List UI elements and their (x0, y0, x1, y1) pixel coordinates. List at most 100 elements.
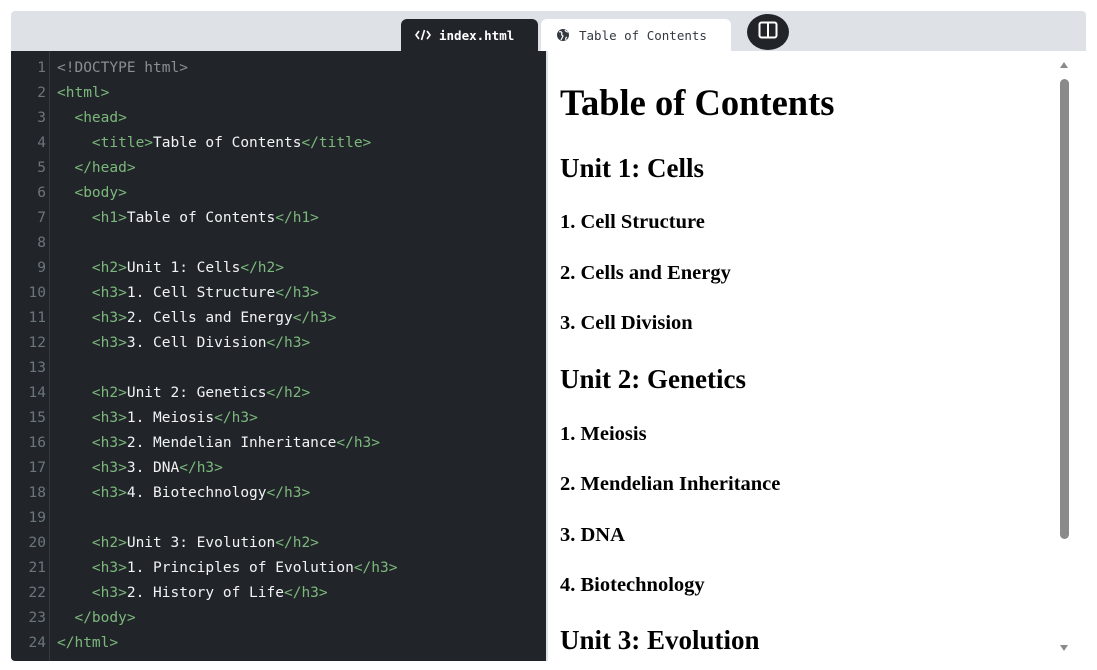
preview-lesson: 4. Biotechnology (560, 574, 705, 596)
line-number: 24 (28, 635, 46, 651)
line-number: 1 (37, 60, 46, 76)
line-number: 2 (37, 85, 46, 101)
code-doctype: <!DOCTYPE html> (57, 60, 188, 76)
code-tag: </h3> (214, 410, 258, 426)
line-number: 6 (37, 185, 46, 201)
code-tag: <h3> (91, 585, 127, 601)
code-tag: <h1> (91, 210, 127, 226)
code-tag: <h3> (91, 285, 127, 301)
code-content: 2. Mendelian Inheritance (126, 435, 337, 451)
scroll-up-arrow-icon[interactable] (1058, 60, 1070, 70)
code-text: <head> (57, 106, 126, 131)
code-line[interactable]: 23 </body> (11, 606, 546, 631)
code-line[interactable]: 7 <h1>Table of Contents</h1> (11, 206, 546, 231)
code-line[interactable]: 16 <h3>2. Mendelian Inheritance</h3> (11, 431, 546, 456)
code-content: Table of Contents (153, 135, 302, 151)
line-number: 10 (28, 285, 46, 301)
line-number: 18 (28, 485, 46, 501)
code-text: <h3>1. Cell Structure</h3> (57, 281, 319, 306)
code-line[interactable]: 22 <h3>2. History of Life</h3> (11, 581, 546, 606)
preview-unit-heading: Unit 3: Evolution (560, 625, 760, 655)
code-tag: </title> (301, 135, 372, 151)
line-number: 12 (28, 335, 46, 351)
code-text: <h3>1. Meiosis</h3> (57, 406, 258, 431)
code-line[interactable]: 20 <h2>Unit 3: Evolution</h2> (11, 531, 546, 556)
code-line[interactable]: 8 (11, 231, 546, 256)
code-line[interactable]: 19 (11, 506, 546, 531)
tab-code-label: index.html (439, 27, 515, 43)
line-number: 20 (28, 535, 46, 551)
code-tag: </h3> (283, 585, 328, 601)
code-tag: <h3> (91, 460, 127, 476)
code-line[interactable]: 5 </head> (11, 156, 546, 181)
preview-title: Table of Contents (560, 82, 835, 123)
code-line[interactable]: 1 <!DOCTYPE html> (11, 56, 546, 81)
code-line[interactable]: 15 <h3>1. Meiosis</h3> (11, 406, 546, 431)
code-line[interactable]: 21 <h3>1. Principles of Evolution</h3> (11, 556, 546, 581)
code-tag: <html> (57, 85, 110, 101)
code-text: <h1>Table of Contents</h1> (57, 206, 319, 231)
code-content (57, 485, 92, 501)
code-text: </head> (57, 156, 135, 181)
line-number: 14 (28, 385, 46, 401)
code-content (57, 335, 92, 351)
line-number: 9 (37, 260, 46, 276)
code-content: 2. History of Life (126, 585, 284, 601)
preview-pane: Table of Contents Unit 1: Cells 1. Cell … (548, 51, 1086, 661)
code-tag: </h3> (292, 310, 337, 326)
line-number: 22 (28, 585, 46, 601)
code-line[interactable]: 4 <title>Table of Contents</title> (11, 131, 546, 156)
tab-code-index[interactable]: index.html (401, 19, 538, 51)
code-editor[interactable]: 1 <!DOCTYPE html> 2 <html> 3 <head> 4 <title>… (11, 51, 546, 661)
code-content (57, 535, 92, 551)
code-icon (415, 27, 431, 43)
preview-lesson: 2. Mendelian Inheritance (560, 473, 781, 495)
code-line[interactable]: 18 <h3>4. Biotechnology</h3> (11, 481, 546, 506)
code-content: Unit 2: Genetics (126, 385, 267, 401)
code-line[interactable]: 17 <h3>3. DNA</h3> (11, 456, 546, 481)
split-layout-icon (758, 21, 778, 43)
code-tag: <h3> (91, 560, 127, 576)
tab-preview-label: Table of Contents (579, 27, 707, 43)
preview-scrollbar[interactable] (1058, 57, 1070, 659)
line-number: 7 (37, 210, 46, 226)
scroll-down-arrow-icon[interactable] (1058, 643, 1070, 653)
code-line[interactable]: 13 (11, 356, 546, 381)
preview-lesson: 1. Cell Structure (560, 211, 705, 233)
code-content: 1. Meiosis (126, 410, 215, 426)
line-number: 16 (28, 435, 46, 451)
scrollbar-thumb[interactable] (1060, 79, 1069, 539)
code-content: Unit 1: Cells (126, 260, 241, 276)
code-content (57, 160, 74, 176)
line-number: 13 (28, 360, 46, 376)
code-text: </html> (57, 631, 118, 656)
code-tag: </h3> (266, 335, 311, 351)
code-line[interactable]: 2 <html> (11, 81, 546, 106)
code-line[interactable]: 24 </html> (11, 631, 546, 656)
code-text: <!DOCTYPE html> (57, 56, 188, 81)
preview-lesson: 1. Meiosis (560, 423, 647, 445)
code-text: <h2>Unit 3: Evolution</h2> (57, 531, 319, 556)
tab-bar: index.html Table of Contents (11, 11, 1086, 51)
code-line[interactable]: 6 <body> (11, 181, 546, 206)
line-number: 4 (37, 135, 46, 151)
code-text: <h3>2. History of Life</h3> (57, 581, 328, 606)
code-content (57, 460, 92, 476)
code-tag: </h3> (179, 460, 223, 476)
code-line[interactable]: 9 <h2>Unit 1: Cells</h2> (11, 256, 546, 281)
line-number: 8 (37, 235, 46, 251)
code-tag: <h3> (91, 335, 127, 351)
code-line[interactable]: 3 <head> (11, 106, 546, 131)
code-tag: <h2> (91, 535, 127, 551)
code-line[interactable]: 14 <h2>Unit 2: Genetics</h2> (11, 381, 546, 406)
tab-preview[interactable]: Table of Contents (541, 19, 731, 51)
code-line[interactable]: 11 <h3>2. Cells and Energy</h3> (11, 306, 546, 331)
code-line[interactable]: 10 <h3>1. Cell Structure</h3> (11, 281, 546, 306)
code-text: <h2>Unit 2: Genetics</h2> (57, 381, 310, 406)
code-content (57, 560, 92, 576)
code-line[interactable]: 12 <h3>3. Cell Division</h3> (11, 331, 546, 356)
code-content: Table of Contents (126, 210, 276, 226)
code-tag: </h2> (266, 385, 311, 401)
layout-toggle-button[interactable] (747, 14, 789, 50)
code-text: <h3>4. Biotechnology</h3> (57, 481, 310, 506)
